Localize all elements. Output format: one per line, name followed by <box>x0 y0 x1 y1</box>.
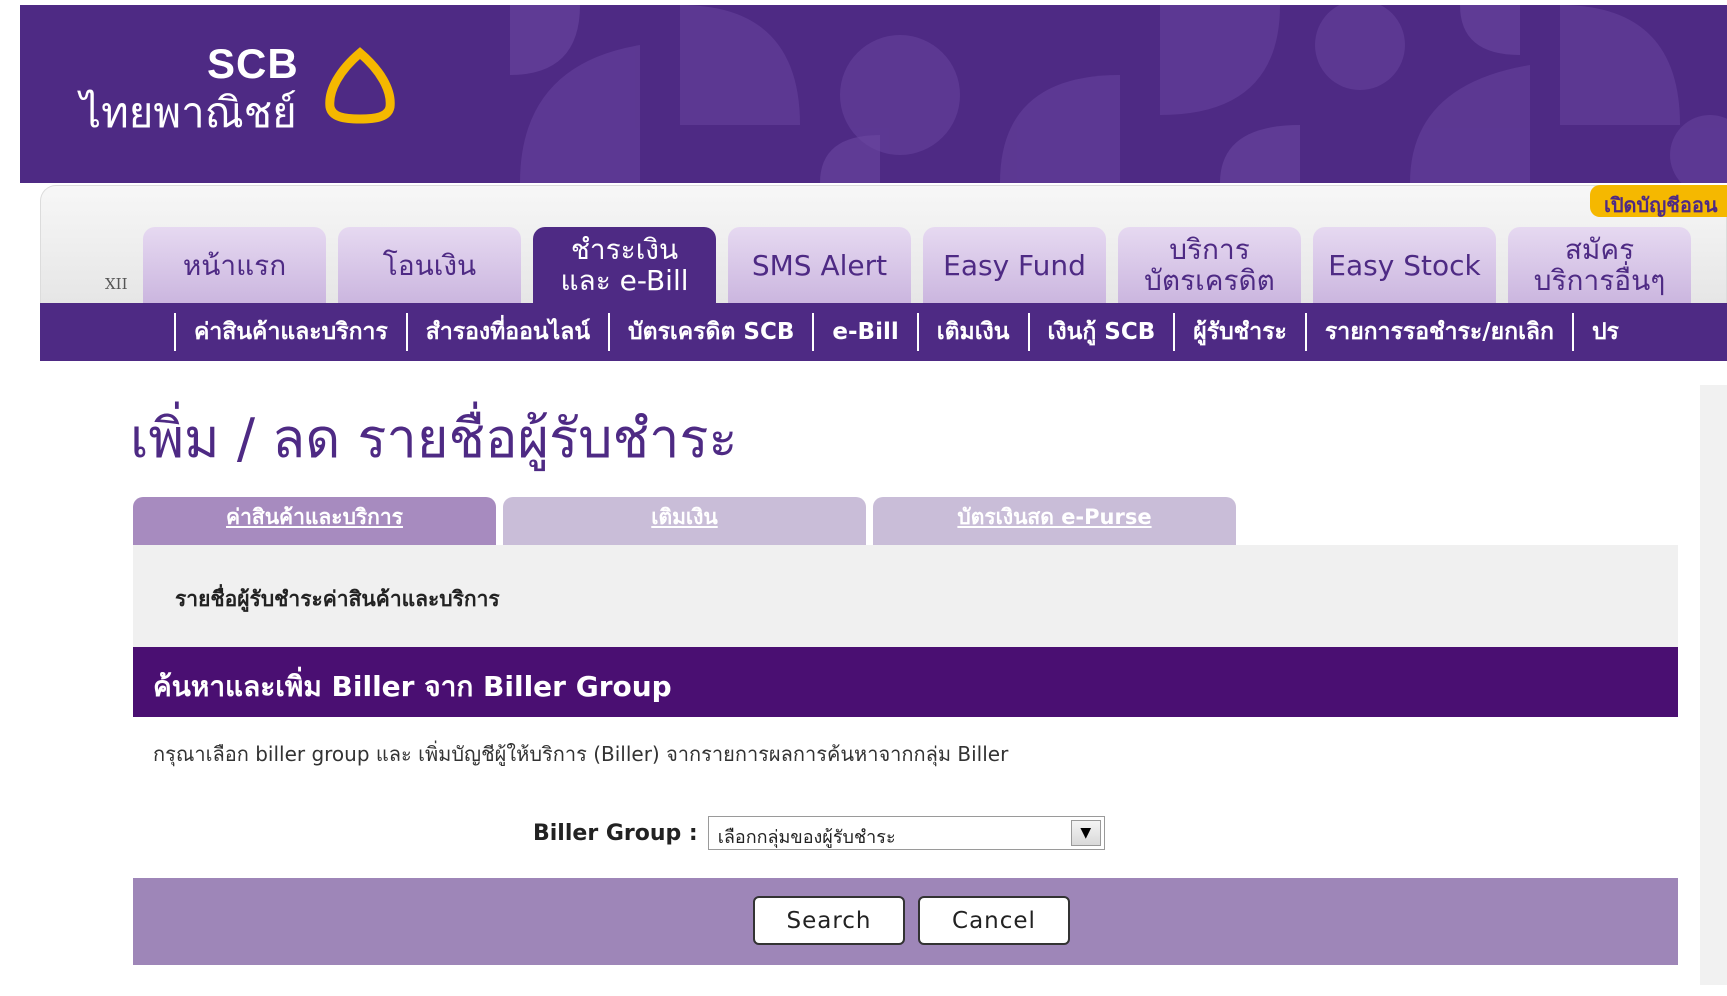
section-header: ค้นหาและเพิ่ม Biller จาก Biller Group <box>133 647 1678 717</box>
tab-easy-fund[interactable]: Easy Fund <box>923 227 1106 303</box>
chevron-down-icon[interactable]: ▼ <box>1070 820 1101 846</box>
tab-home[interactable]: หน้าแรก <box>143 227 326 303</box>
divider <box>916 313 919 351</box>
header-banner: SCB ไทยพาณิชย์ <box>20 5 1727 183</box>
biller-group-row: Biller Group : เลือกกลุ่มของผู้รับชำระ ▼ <box>533 816 1105 850</box>
tab-easy-stock[interactable]: Easy Stock <box>1313 227 1496 303</box>
subnav-pending-payments[interactable]: รายการรอชำระ/ยกเลิก <box>1325 314 1554 350</box>
tab-goods-services[interactable]: ค่าสินค้าและบริการ <box>133 497 496 545</box>
divider <box>174 313 176 351</box>
divider <box>1027 313 1030 351</box>
subnav-top-up[interactable]: เติมเงิน <box>937 314 1010 350</box>
subnav-ebill[interactable]: e-Bill <box>832 319 898 345</box>
biller-group-select[interactable]: เลือกกลุ่มของผู้รับชำระ ▼ <box>707 816 1105 850</box>
subnav-billers[interactable]: ผู้รับชำระ <box>1193 314 1287 350</box>
scb-logo-icon <box>325 47 395 124</box>
tab-epurse[interactable]: บัตรเงินสด e-Purse <box>873 497 1236 545</box>
sub-nav: ค่าสินค้าและบริการ สำรองที่ออนไลน์ บัตรเ… <box>40 303 1727 361</box>
divider <box>1173 313 1176 351</box>
decorative-pattern <box>510 5 1727 183</box>
divider <box>405 313 408 351</box>
subnav-more[interactable]: ปร <box>1592 314 1619 350</box>
tab-top-up[interactable]: เติมเงิน <box>503 497 866 545</box>
subnav-goods-services[interactable]: ค่าสินค้าและบริการ <box>194 314 388 350</box>
search-button[interactable]: Search <box>753 896 905 945</box>
biller-group-label: Biller Group : <box>533 820 698 846</box>
tab-payment-ebill[interactable]: ชำระเงิน และ e-Bill <box>533 227 716 303</box>
biller-list-label: รายชื่อผู้รับชำระค่าสินค้าและบริการ <box>175 587 500 611</box>
divider <box>1571 313 1574 351</box>
logo-text-th: ไทยพาณิชย์ <box>80 88 297 137</box>
divider <box>812 313 815 351</box>
small-mark: XII <box>105 275 128 293</box>
biller-list-panel: รายชื่อผู้รับชำระค่าสินค้าและบริการ <box>133 545 1678 647</box>
button-bar: Search Cancel <box>133 878 1678 965</box>
subnav-scb-loan[interactable]: เงินกู้ SCB <box>1048 314 1156 350</box>
cancel-button[interactable]: Cancel <box>918 896 1070 945</box>
page-title: เพิ่ม / ลด รายชื่อผู้รับชำระ <box>130 407 738 470</box>
tab-transfer[interactable]: โอนเงิน <box>338 227 521 303</box>
instruction-text: กรุณาเลือก biller group และ เพิ่มบัญชีผู… <box>153 742 1009 766</box>
divider <box>1304 313 1307 351</box>
subnav-scb-credit-card[interactable]: บัตรเครดิต SCB <box>628 314 794 350</box>
biller-group-value: เลือกกลุ่มของผู้รับชำระ <box>717 827 896 848</box>
tab-sms-alert[interactable]: SMS Alert <box>728 227 911 303</box>
scrollbar[interactable] <box>1700 385 1727 985</box>
divider <box>608 313 611 351</box>
tab-credit-card[interactable]: บริการ บัตรเครดิต <box>1118 227 1301 303</box>
open-account-badge[interactable]: เปิดบัญชีออน <box>1590 185 1727 217</box>
tab-other-services[interactable]: สมัคร บริการอื่นๆ <box>1508 227 1691 303</box>
subnav-online-booking[interactable]: สำรองที่ออนไลน์ <box>426 314 590 350</box>
